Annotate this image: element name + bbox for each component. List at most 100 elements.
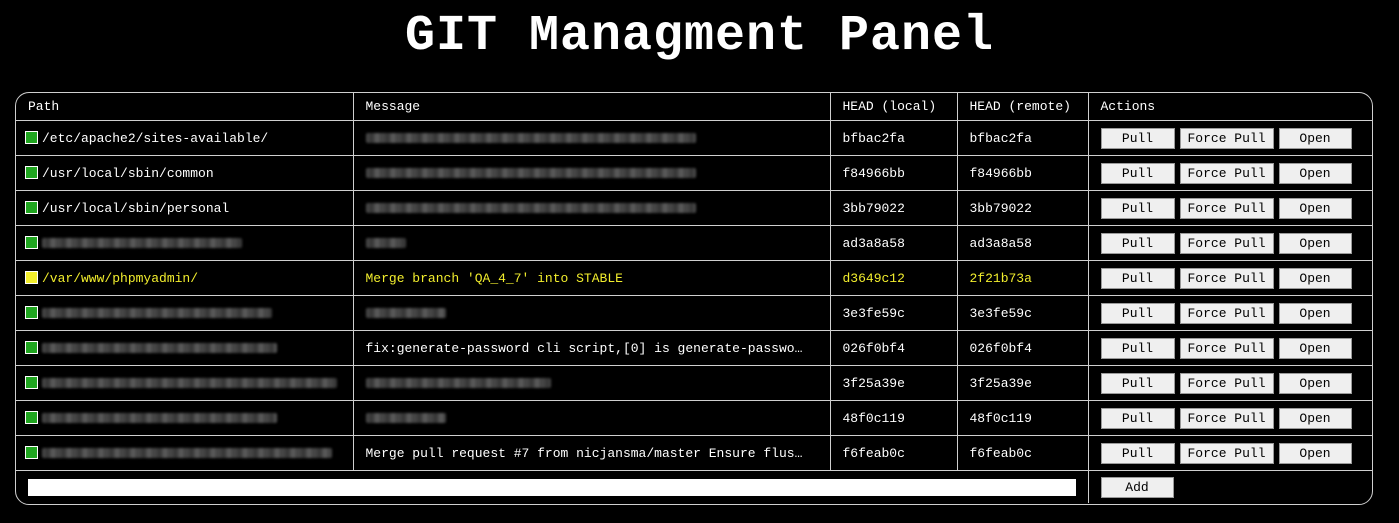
table-row: 3e3fe59c 3e3fe59c Pull Force Pull Open (16, 295, 1372, 331)
status-indicator-icon (25, 340, 38, 354)
pull-button[interactable]: Pull (1100, 372, 1175, 394)
path-text: /var/www/phpmyadmin/ (42, 270, 199, 286)
message-cell (353, 155, 831, 191)
open-button[interactable]: Open (1278, 232, 1352, 254)
actions-cell: Pull Force Pull Open (1088, 120, 1372, 156)
redacted-message (365, 238, 406, 249)
path-cell (16, 295, 354, 331)
pull-button[interactable]: Pull (1100, 267, 1175, 289)
table-row: /usr/local/sbin/common f84966bb f84966bb Pu… (16, 155, 1372, 191)
header-message: Message (353, 93, 831, 121)
force-pull-button[interactable]: Force Pull (1179, 127, 1274, 149)
add-button[interactable]: Add (1100, 476, 1174, 498)
head-local-cell: d3649c12 (830, 260, 958, 296)
repository-table: Path Message HEAD (local) HEAD (remote) … (16, 93, 1372, 503)
add-repository-row: Add (16, 470, 1372, 504)
commit-message: fix:generate-password cli script,[0] is … (365, 340, 803, 356)
redacted-message (365, 308, 446, 319)
force-pull-button[interactable]: Force Pull (1179, 197, 1274, 219)
redacted-path (42, 343, 277, 354)
open-button[interactable]: Open (1278, 302, 1352, 324)
actions-cell: Pull Force Pull Open (1088, 225, 1372, 261)
commit-message: Merge pull request #7 from nicjansma/mas… (365, 445, 803, 461)
force-pull-button[interactable]: Force Pull (1179, 372, 1274, 394)
force-pull-button[interactable]: Force Pull (1179, 267, 1274, 289)
header-head-remote: HEAD (remote) (957, 93, 1089, 121)
head-remote-cell: 3f25a39e (957, 365, 1089, 401)
redacted-path (42, 308, 272, 319)
header-actions: Actions (1088, 93, 1372, 121)
message-cell: fix:generate-password cli script,[0] is … (353, 330, 831, 366)
force-pull-button[interactable]: Force Pull (1179, 302, 1274, 324)
status-indicator-icon (25, 270, 38, 284)
head-remote-cell: f84966bb (957, 155, 1089, 191)
open-button[interactable]: Open (1278, 372, 1352, 394)
head-remote-cell: bfbac2fa (957, 120, 1089, 156)
force-pull-button[interactable]: Force Pull (1179, 232, 1274, 254)
path-text: /usr/local/sbin/common (42, 165, 214, 181)
open-button[interactable]: Open (1278, 162, 1352, 184)
status-indicator-icon (25, 445, 38, 459)
pull-button[interactable]: Pull (1100, 197, 1175, 219)
path-cell (16, 330, 354, 366)
table-header-row: Path Message HEAD (local) HEAD (remote) … (16, 93, 1372, 121)
actions-cell: Pull Force Pull Open (1088, 330, 1372, 366)
pull-button[interactable]: Pull (1100, 442, 1175, 464)
head-remote-cell: 3e3fe59c (957, 295, 1089, 331)
status-indicator-icon (25, 130, 38, 144)
open-button[interactable]: Open (1278, 127, 1352, 149)
status-indicator-icon (25, 375, 38, 389)
actions-cell: Pull Force Pull Open (1088, 295, 1372, 331)
pull-button[interactable]: Pull (1100, 302, 1175, 324)
table-row: 3f25a39e 3f25a39e Pull Force Pull Open (16, 365, 1372, 401)
head-remote-cell: ad3a8a58 (957, 225, 1089, 261)
force-pull-button[interactable]: Force Pull (1179, 407, 1274, 429)
redacted-path (42, 413, 277, 424)
open-button[interactable]: Open (1278, 267, 1352, 289)
open-button[interactable]: Open (1278, 197, 1352, 219)
head-remote-cell: f6feab0c (957, 435, 1089, 471)
path-cell (16, 225, 354, 261)
table-row: Merge pull request #7 from nicjansma/mas… (16, 435, 1372, 471)
actions-cell: Pull Force Pull Open (1088, 435, 1372, 471)
table-row: /etc/apache2/sites-available/bfbac2fa bfb… (16, 120, 1372, 156)
pull-button[interactable]: Pull (1100, 127, 1175, 149)
path-cell (16, 365, 354, 401)
head-remote-cell: 026f0bf4 (957, 330, 1089, 366)
open-button[interactable]: Open (1278, 407, 1352, 429)
head-local-cell: 3bb79022 (830, 190, 958, 226)
add-input-cell (16, 470, 1089, 503)
message-cell: Merge branch 'QA_4_7' into STABLE (353, 260, 831, 296)
table-row: ad3a8a58 ad3a8a58 Pull Force Pull Open (16, 225, 1372, 261)
path-text: /etc/apache2/sites-available/ (42, 130, 269, 146)
path-cell: /usr/local/sbin/common (16, 155, 354, 191)
actions-cell: Pull Force Pull Open (1088, 155, 1372, 191)
add-repository-input[interactable] (28, 478, 1076, 496)
head-local-cell: 48f0c119 (830, 400, 958, 436)
pull-button[interactable]: Pull (1100, 162, 1175, 184)
open-button[interactable]: Open (1278, 337, 1352, 359)
path-cell: /usr/local/sbin/personal (16, 190, 354, 226)
actions-cell: Pull Force Pull Open (1088, 400, 1372, 436)
head-local-cell: 026f0bf4 (830, 330, 958, 366)
pull-button[interactable]: Pull (1100, 337, 1175, 359)
actions-cell: Pull Force Pull Open (1088, 365, 1372, 401)
force-pull-button[interactable]: Force Pull (1179, 337, 1274, 359)
pull-button[interactable]: Pull (1100, 407, 1175, 429)
force-pull-button[interactable]: Force Pull (1179, 442, 1274, 464)
path-cell: /etc/apache2/sites-available/ (16, 120, 354, 156)
path-cell (16, 435, 354, 471)
message-cell: Merge pull request #7 from nicjansma/mas… (353, 435, 831, 471)
open-button[interactable]: Open (1278, 442, 1352, 464)
force-pull-button[interactable]: Force Pull (1179, 162, 1274, 184)
table-body: /etc/apache2/sites-available/bfbac2fa bfb… (16, 120, 1372, 504)
status-indicator-icon (25, 305, 38, 319)
redacted-path (42, 448, 332, 459)
table-row: 48f0c119 48f0c119 Pull Force Pull Open (16, 400, 1372, 436)
status-indicator-icon (25, 235, 38, 249)
add-button-cell: Add (1088, 471, 1372, 504)
redacted-message (365, 378, 551, 389)
pull-button[interactable]: Pull (1100, 232, 1175, 254)
header-head-local: HEAD (local) (830, 93, 958, 121)
head-local-cell: 3f25a39e (830, 365, 958, 401)
